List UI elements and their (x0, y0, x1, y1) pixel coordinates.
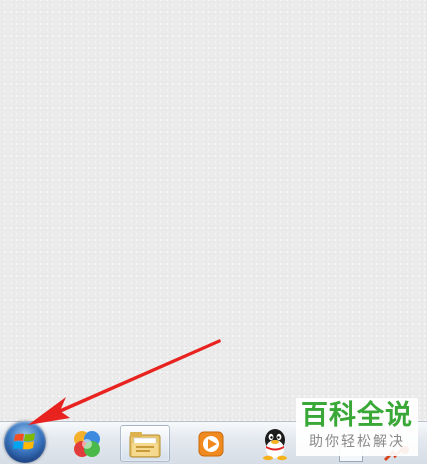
start-button[interactable] (4, 421, 46, 463)
qq-app-button[interactable] (250, 425, 300, 462)
windows-logo-icon (13, 433, 35, 450)
watermark-title: 百科全说 (301, 400, 413, 431)
annotation-arrow (28, 339, 221, 425)
watermark-logo: 百科全说 助你轻松解决 (296, 398, 418, 456)
media-player-icon (198, 431, 224, 456)
color-ball-app-button[interactable] (62, 425, 112, 462)
explorer-app-button[interactable] (120, 425, 170, 462)
qq-penguin-icon (263, 428, 287, 460)
color-ball-icon (74, 430, 100, 457)
folder-explorer-icon (129, 431, 161, 457)
media-player-app-button[interactable] (186, 425, 236, 462)
desktop: 百科全说 助你轻松解决 (0, 0, 427, 464)
watermark-subtitle: 助你轻松解决 (309, 434, 405, 450)
